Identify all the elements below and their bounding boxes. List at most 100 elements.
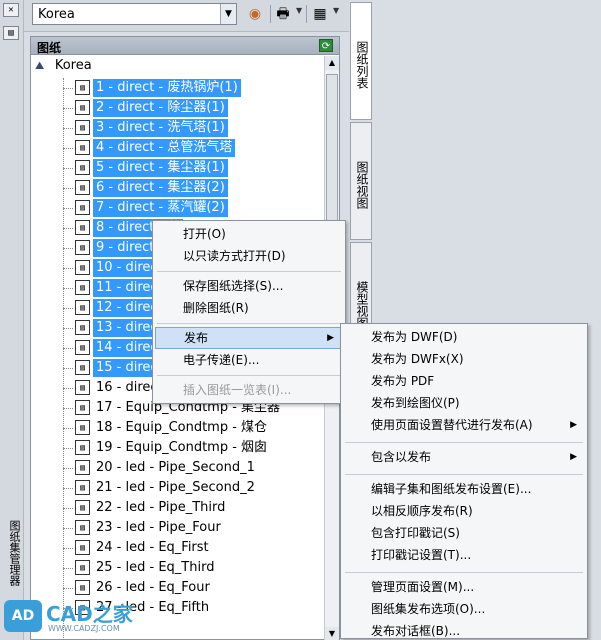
tree-connector bbox=[63, 108, 73, 109]
panel-header-title: 图纸 bbox=[37, 41, 62, 55]
sheet-set-combo[interactable]: Korea ▼ bbox=[32, 3, 237, 25]
toolbar: Korea ▼ ◉ 🖶 ▼ ▦ ▼ bbox=[24, 0, 349, 32]
toolbar-separator bbox=[306, 5, 307, 23]
publish-menu-item[interactable]: 发布为 DWF(D) bbox=[343, 326, 585, 348]
tree-connector bbox=[63, 368, 73, 369]
sheet-row[interactable]: ▨ 20 - led - Pipe_Second_1 bbox=[55, 458, 325, 478]
sheet-icon: ▨ bbox=[75, 360, 90, 375]
sheet-row[interactable]: ▨ 21 - led - Pipe_Second_2 bbox=[55, 478, 325, 498]
sheet-row[interactable]: ▨ 1 - direct - 废热锅炉(1) bbox=[55, 78, 325, 98]
tree-root[interactable]: ⛰ Korea bbox=[35, 58, 92, 76]
view-options-dropdown-icon[interactable]: ▼ bbox=[333, 6, 339, 15]
publish-menu-item-label: 图纸集发布选项(O)... bbox=[371, 602, 486, 616]
sheet-row[interactable]: ▨ 18 - Equip_Condtmp - 煤仓 bbox=[55, 418, 325, 438]
publish-menu-item-label: 使用页面设置替代进行发布(A) bbox=[371, 418, 533, 432]
sheet-row[interactable]: ▨ 5 - direct - 集尘器(1) bbox=[55, 158, 325, 178]
tree-connector bbox=[63, 488, 73, 489]
tab-sheet-list[interactable]: 图纸列表 bbox=[350, 2, 372, 120]
sheet-icon: ▨ bbox=[75, 340, 90, 355]
publish-menu-item[interactable]: 管理页面设置(M)... bbox=[343, 576, 585, 598]
sheet-row[interactable]: ▨ 23 - led - Pipe_Four bbox=[55, 518, 325, 538]
tree-connector bbox=[63, 428, 73, 429]
sheet-row-label: 5 - direct - 集尘器(1) bbox=[93, 159, 228, 177]
context-menu-item[interactable]: 保存图纸选择(S)... bbox=[155, 275, 343, 297]
sheet-icon: ▨ bbox=[75, 140, 90, 155]
publish-icon[interactable]: 🖶 bbox=[272, 4, 294, 24]
sheet-icon: ▨ bbox=[75, 80, 90, 95]
submenu-arrow-icon: ▶ bbox=[570, 452, 577, 462]
close-icon[interactable]: ✕ bbox=[3, 3, 19, 17]
sheet-row-label: 25 - led - Eq_Third bbox=[96, 560, 215, 575]
sheet-icon: ▨ bbox=[75, 500, 90, 515]
publish-menu-item[interactable]: 以相反顺序发布(R) bbox=[343, 500, 585, 522]
publish-dropdown-icon[interactable]: ▼ bbox=[296, 6, 302, 15]
sheet-row[interactable]: ▨ 26 - led - Eq_Four bbox=[55, 578, 325, 598]
tree-connector bbox=[63, 88, 73, 89]
publish-menu-item[interactable]: 包含打印戳记(S) bbox=[343, 522, 585, 544]
sheet-set-combo-value: Korea bbox=[38, 7, 75, 22]
sheet-icon: ▨ bbox=[75, 320, 90, 335]
tree-connector bbox=[63, 268, 73, 269]
sheet-row[interactable]: ▨ 4 - direct - 总管洗气塔 bbox=[55, 138, 325, 158]
context-menu: 打开(O) 以只读方式打开(D) 保存图纸选择(S)... 删除图纸(R) 发布 ▶ 电子传… bbox=[152, 220, 346, 404]
sheet-icon: ▨ bbox=[75, 160, 90, 175]
publish-menu-item-label: 包含以发布 bbox=[371, 450, 432, 464]
properties-icon[interactable]: ▤ bbox=[3, 26, 19, 40]
sheet-icon: ▨ bbox=[75, 300, 90, 315]
publish-menu-item[interactable]: 包含以发布 ▶ bbox=[343, 446, 585, 468]
publish-menu-item-label: 发布为 DWF(D) bbox=[371, 330, 458, 344]
tree-connector bbox=[63, 208, 73, 209]
context-menu-item[interactable]: 电子传递(E)... bbox=[155, 349, 343, 371]
publish-menu-item[interactable]: 发布为 DWFx(X) bbox=[343, 348, 585, 370]
sheet-row[interactable]: ▨ 25 - led - Eq_Third bbox=[55, 558, 325, 578]
sheet-row[interactable]: ▨ 2 - direct - 除尘器(1) bbox=[55, 98, 325, 118]
sheet-row[interactable]: ▨ 24 - led - Eq_First bbox=[55, 538, 325, 558]
publish-menu-item[interactable]: 发布对话框(B)... bbox=[343, 620, 585, 640]
submenu-arrow-icon: ▶ bbox=[570, 420, 577, 430]
publish-menu-item[interactable]: 编辑子集和图纸发布设置(E)... bbox=[343, 478, 585, 500]
publish-menu-item-label: 发布为 DWFx(X) bbox=[371, 352, 464, 366]
publish-menu-item[interactable]: 使用页面设置替代进行发布(A) ▶ bbox=[343, 414, 585, 436]
refresh-icon[interactable]: ⟳ bbox=[319, 39, 333, 52]
sheet-set-icon[interactable]: ◉ bbox=[244, 4, 266, 24]
sheet-icon: ▨ bbox=[75, 460, 90, 475]
publish-menu-item[interactable]: 发布到绘图仪(P) bbox=[343, 392, 585, 414]
context-menu-item-label: 删除图纸(R) bbox=[183, 301, 249, 315]
publish-menu-item[interactable]: 发布为 PDF bbox=[343, 370, 585, 392]
sheet-row[interactable]: ▨ 22 - led - Pipe_Third bbox=[55, 498, 325, 518]
sheet-icon: ▨ bbox=[75, 220, 90, 235]
view-options-icon[interactable]: ▦ bbox=[309, 4, 331, 24]
chevron-down-icon[interactable]: ▼ bbox=[220, 4, 236, 24]
sheet-row-label: 23 - led - Pipe_Four bbox=[96, 520, 221, 535]
tree-connector bbox=[63, 548, 73, 549]
sheet-row[interactable]: ▨ 6 - direct - 集尘器(2) bbox=[55, 178, 325, 198]
context-menu-item[interactable]: 删除图纸(R) bbox=[155, 297, 343, 319]
sheet-row-label: 22 - led - Pipe_Third bbox=[96, 500, 226, 515]
publish-menu-item[interactable]: 图纸集发布选项(O)... bbox=[343, 598, 585, 620]
sheet-icon: ▨ bbox=[75, 280, 90, 295]
publish-menu-item-label: 发布到绘图仪(P) bbox=[371, 396, 460, 410]
sheet-row[interactable]: ▨ 19 - Equip_Condtmp - 烟囱 bbox=[55, 438, 325, 458]
sheet-icon: ▨ bbox=[75, 260, 90, 275]
sheet-icon: ▨ bbox=[75, 380, 90, 395]
tree-connector bbox=[63, 168, 73, 169]
publish-menu-item-label: 发布为 PDF bbox=[371, 374, 435, 388]
publish-menu-item-label: 编辑子集和图纸发布设置(E)... bbox=[371, 482, 532, 496]
context-menu-item[interactable]: 打开(O) bbox=[155, 223, 343, 245]
context-menu-item-label: 插入图纸一览表(I)... bbox=[183, 383, 292, 397]
watermark-subtext: WWW.CADZJ.COM bbox=[48, 624, 120, 633]
scroll-down-icon[interactable]: ▼ bbox=[325, 627, 339, 640]
sheet-row-label: 7 - direct - 蒸汽罐(2) bbox=[93, 199, 228, 217]
tree-connector bbox=[63, 528, 73, 529]
tab-sheet-views[interactable]: 图纸视图 bbox=[350, 122, 372, 240]
context-menu-item[interactable]: 以只读方式打开(D) bbox=[155, 245, 343, 267]
scroll-up-icon[interactable]: ▲ bbox=[325, 56, 339, 70]
menu-separator bbox=[345, 474, 583, 475]
publish-menu-item-label: 发布对话框(B)... bbox=[371, 624, 461, 638]
sheet-row[interactable]: ▨ 7 - direct - 蒸汽罐(2) bbox=[55, 198, 325, 218]
context-menu-item[interactable]: 发布 ▶ bbox=[155, 327, 343, 349]
publish-menu-item-label: 管理页面设置(M)... bbox=[371, 580, 475, 594]
publish-menu-item[interactable]: 打印戳记设置(T)... bbox=[343, 544, 585, 566]
sheet-row[interactable]: ▨ 3 - direct - 洗气塔(1) bbox=[55, 118, 325, 138]
publish-menu-item-label: 包含打印戳记(S) bbox=[371, 526, 460, 540]
